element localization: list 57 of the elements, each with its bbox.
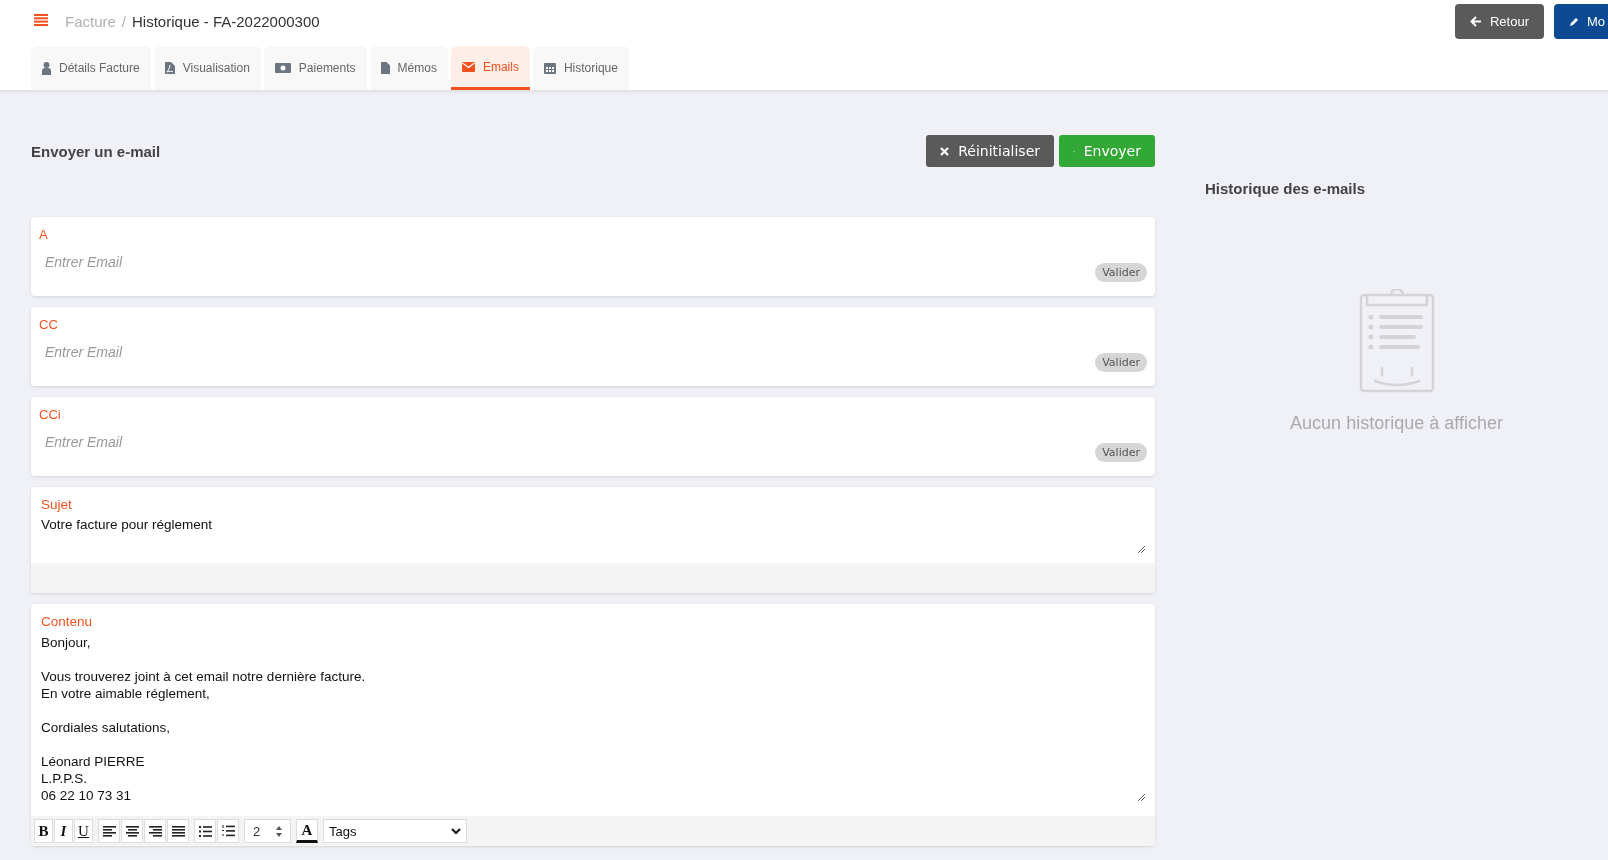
file-icon (380, 62, 390, 74)
align-right-icon[interactable] (144, 819, 166, 843)
bullet-list-icon[interactable] (194, 819, 216, 843)
history-title: Historique des e-mails (1205, 180, 1367, 197)
validate-button[interactable]: Valider (1095, 353, 1147, 372)
chevron-down-icon (451, 827, 461, 835)
arrow-left-icon (1470, 16, 1482, 27)
italic-button[interactable]: I (54, 819, 73, 843)
reset-button[interactable]: Réinitialiser (926, 135, 1054, 167)
numbered-list-icon[interactable] (217, 819, 239, 843)
align-justify-icon[interactable] (167, 819, 189, 843)
field-label: CC (39, 317, 58, 333)
email-input[interactable]: Entrer Email (39, 253, 1096, 271)
font-size-select[interactable]: 2 (244, 819, 291, 843)
validate-button[interactable]: Valider (1095, 263, 1147, 282)
section-title: Envoyer un e-mail (31, 142, 161, 160)
email-input[interactable]: Entrer Email (39, 343, 1096, 361)
empty-history-message: Aucun historique à afficher (1290, 413, 1503, 434)
tab[interactable]: Détails Facture (31, 46, 151, 90)
edit-button[interactable]: Mo (1554, 4, 1608, 39)
envelope-icon (461, 61, 475, 72)
bold-button[interactable]: B (34, 819, 53, 843)
close-icon (940, 146, 950, 156)
empty-clipboard-icon (1358, 289, 1435, 393)
user-icon (42, 61, 51, 75)
resize-grip-icon (1137, 545, 1145, 553)
resize-grip-icon (1137, 793, 1145, 801)
pencil-icon (1569, 16, 1579, 27)
field-label: Sujet (41, 497, 72, 513)
message-paragraph: Cordiales salutations, (41, 719, 171, 736)
align-left-icon[interactable] (98, 819, 120, 843)
pdf-file-icon (164, 62, 175, 74)
field-label: A (39, 227, 48, 243)
underline-button[interactable]: U (74, 819, 93, 843)
tab[interactable]: Historique (532, 46, 629, 90)
email-input[interactable]: Entrer Email (39, 433, 1096, 451)
validate-button[interactable]: Valider (1095, 443, 1147, 462)
message-paragraph: Bonjour, (41, 634, 91, 651)
banknote-icon (274, 63, 291, 73)
calendar-icon (543, 62, 556, 74)
message-field[interactable]: Bonjour, Vous trouverez joint à cet email notre dernière facture. En votre aimable réglement, Cordiales salutations, Léonard PIERRE L.P.P.S. 06 22 10 73 31 (41, 634, 1145, 805)
tab[interactable]: Mémos (369, 46, 448, 90)
subject-field[interactable]: Votre facture pour réglement (41, 517, 1145, 557)
tab[interactable]: Paiements (263, 46, 367, 90)
menu-icon[interactable] (34, 14, 48, 26)
tab[interactable]: Visualisation (153, 46, 261, 90)
text-color-button[interactable]: A (296, 819, 318, 843)
message-paragraph: Léonard PIERRE L.P.P.S. 06 22 10 73 31 (41, 753, 145, 804)
breadcrumb-separator: / (121, 12, 127, 30)
back-button[interactable]: Retour (1455, 4, 1544, 39)
field-label: Contenu (41, 614, 93, 630)
spinner-icon (276, 825, 282, 837)
tags-select[interactable]: Tags (323, 819, 467, 843)
page-title: Historique - FA-2022000300 (132, 12, 320, 30)
message-paragraph: Vous trouverez joint à cet email notre dernière facture. En votre aimable réglement, (41, 668, 366, 702)
field-label: CCi (39, 407, 61, 423)
align-center-icon[interactable] (121, 819, 143, 843)
